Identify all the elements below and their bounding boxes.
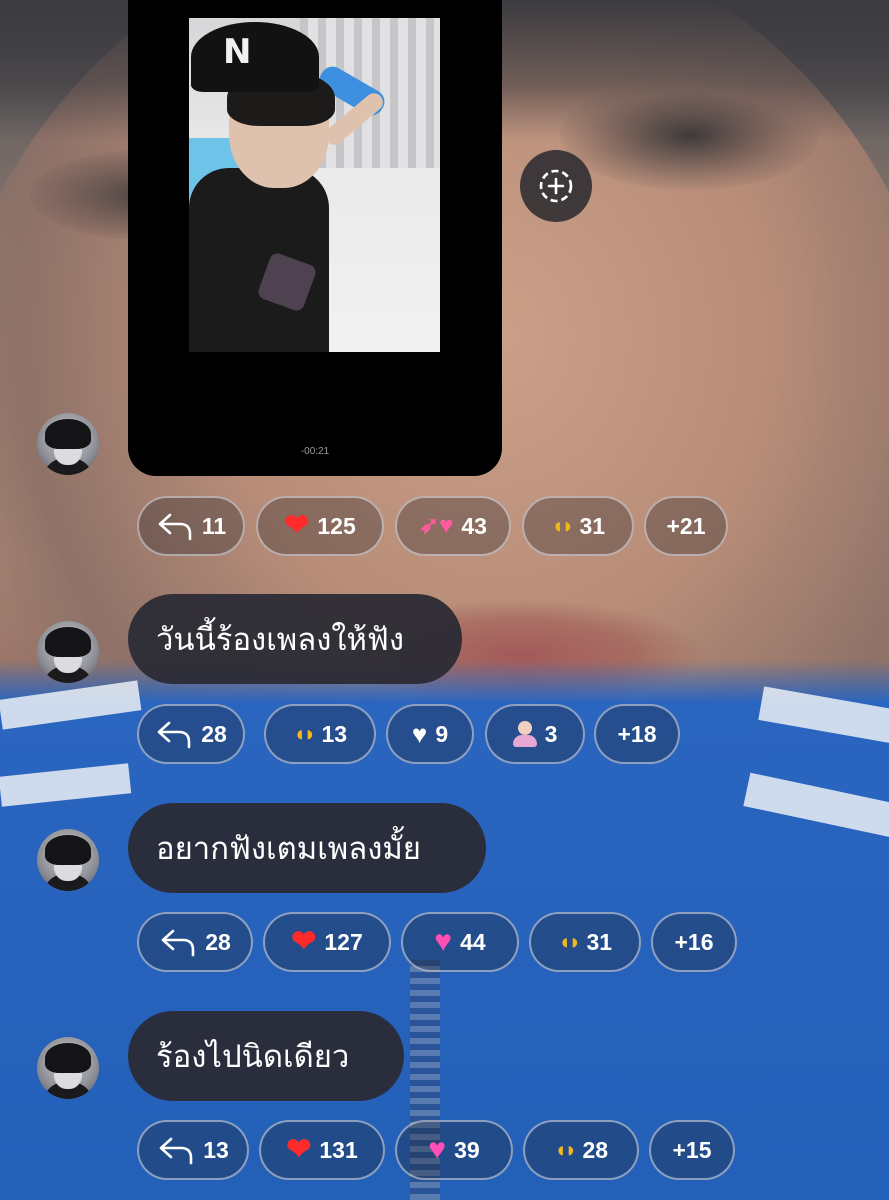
- more-reactions-count: +21: [666, 512, 706, 539]
- reaction-count: 127: [324, 928, 363, 955]
- reply-count-button[interactable]: 28: [137, 704, 245, 764]
- reaction-count: 131: [319, 1136, 358, 1163]
- reply-count: 11: [201, 512, 227, 539]
- reaction-count: 39: [454, 1136, 480, 1163]
- reply-arrow-icon: [158, 513, 192, 541]
- reaction-red-heart[interactable]: ❤ 127: [263, 912, 391, 972]
- video-message[interactable]: N -00:21: [128, 0, 502, 476]
- reply-arrow-icon: [161, 929, 195, 957]
- reply-arrow-icon: [159, 1137, 193, 1165]
- message-text: อยากฟังเตมเพลงมั้ย: [156, 831, 421, 867]
- avatar[interactable]: [37, 829, 99, 891]
- video-timecode: -00:21: [300, 446, 330, 457]
- reaction-count: 31: [579, 512, 606, 539]
- heart-hands-icon: ◖◗: [550, 513, 575, 538]
- person-bowing-icon: [512, 721, 537, 747]
- message-bubble[interactable]: ร้องไปนิดเดียว: [128, 1011, 404, 1101]
- reaction-heart-hands[interactable]: ◖◗ 31: [522, 496, 634, 556]
- reaction-person-bowing[interactable]: 3: [485, 704, 585, 764]
- message-bubble[interactable]: อยากฟังเตมเพลงมั้ย: [128, 803, 486, 893]
- reply-count-button[interactable]: 11: [137, 496, 245, 556]
- more-reactions-count: +15: [672, 1136, 712, 1163]
- reply-count: 28: [201, 720, 227, 747]
- message-text: วันนี้ร้องเพลงให้ฟัง: [156, 622, 405, 658]
- heart-hands-icon: ◖◗: [553, 1137, 578, 1162]
- reaction-pink-heart[interactable]: ♥ 39: [395, 1120, 513, 1180]
- reaction-count: 44: [460, 928, 486, 955]
- red-heart-icon: ❤: [284, 509, 310, 542]
- reaction-count: 13: [321, 720, 348, 747]
- add-reaction-button[interactable]: [520, 150, 592, 222]
- reply-count: 13: [203, 1136, 229, 1163]
- reply-count-button[interactable]: 13: [137, 1120, 249, 1180]
- reaction-heart-hands[interactable]: ◖◗ 13: [264, 704, 376, 764]
- message-bubble[interactable]: วันนี้ร้องเพลงให้ฟัง: [128, 594, 462, 684]
- heart-hands-icon: ◖◗: [557, 929, 582, 954]
- reaction-count: 28: [582, 1136, 609, 1163]
- more-reactions-button[interactable]: +16: [651, 912, 737, 972]
- more-reactions-button[interactable]: +21: [644, 496, 728, 556]
- reaction-count: 43: [461, 512, 487, 539]
- more-reactions-button[interactable]: +18: [594, 704, 680, 764]
- red-heart-icon: ❤: [291, 925, 317, 958]
- sparkling-pink-heart-icon: ♥: [434, 925, 453, 958]
- reply-arrow-icon: [157, 721, 191, 749]
- avatar[interactable]: [37, 621, 99, 683]
- reaction-count: 9: [435, 720, 449, 747]
- message-text: ร้องไปนิดเดียว: [156, 1039, 350, 1075]
- reaction-heart-hands[interactable]: ◖◗ 28: [523, 1120, 639, 1180]
- more-reactions-count: +18: [617, 720, 657, 747]
- white-heart-icon: ♥: [411, 719, 428, 749]
- reply-count-button[interactable]: 28: [137, 912, 253, 972]
- reaction-red-heart[interactable]: ❤ 125: [256, 496, 384, 556]
- reaction-red-heart[interactable]: ❤ 131: [259, 1120, 385, 1180]
- dashed-circle-plus-icon: [539, 169, 573, 203]
- avatar[interactable]: [37, 1037, 99, 1099]
- reaction-count: 31: [586, 928, 613, 955]
- more-reactions-count: +16: [674, 928, 714, 955]
- reaction-count: 125: [317, 512, 356, 539]
- reaction-heart-hands[interactable]: ◖◗ 31: [529, 912, 641, 972]
- avatar[interactable]: [37, 413, 99, 475]
- red-heart-icon: ❤: [286, 1133, 312, 1166]
- more-reactions-button[interactable]: +15: [649, 1120, 735, 1180]
- reaction-white-heart[interactable]: ♥ 9: [386, 704, 474, 764]
- reaction-heart-with-arrow[interactable]: ➶♥ 43: [395, 496, 511, 556]
- video-thumbnail[interactable]: N: [189, 18, 440, 352]
- reaction-sparkling-pink-heart[interactable]: ♥ 44: [401, 912, 519, 972]
- reply-count: 28: [205, 928, 231, 955]
- pink-heart-icon: ♥: [428, 1133, 447, 1166]
- reaction-count: 3: [544, 720, 558, 747]
- heart-hands-icon: ◖◗: [292, 721, 317, 746]
- heart-with-arrow-icon: ➶♥: [419, 512, 454, 539]
